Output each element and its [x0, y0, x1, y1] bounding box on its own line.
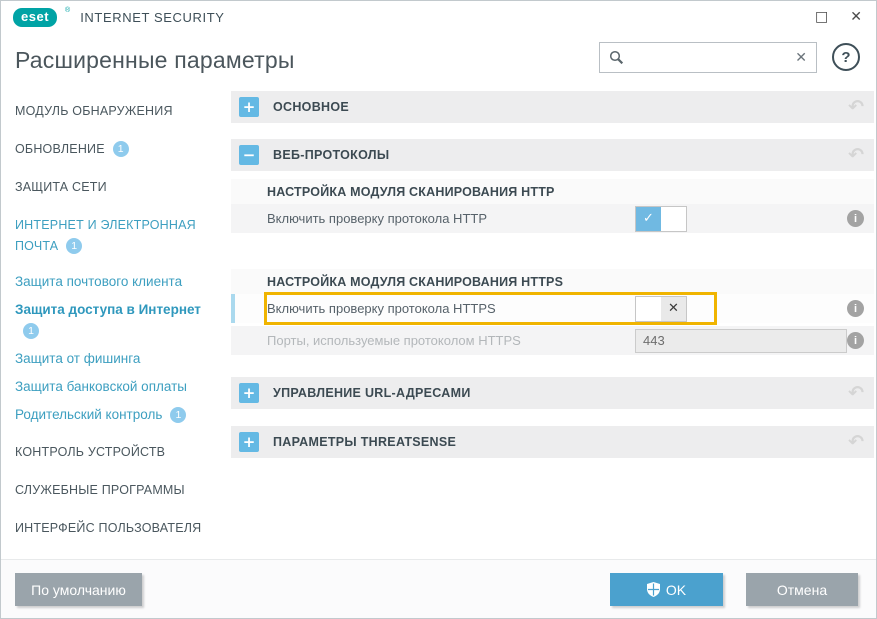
https-ports-input[interactable]: [635, 329, 847, 353]
spacer: [231, 233, 874, 269]
toggle-empty-half: [661, 207, 686, 231]
https-ports-label: Порты, используемые протоколом HTTPS: [267, 333, 635, 348]
titlebar: eset ® INTERNET SECURITY □ ✕: [1, 1, 876, 33]
page-title: Расширенные параметры: [15, 47, 295, 74]
section-url-management[interactable]: + УПРАВЛЕНИЕ URL-АДРЕСАМИ ↶: [231, 377, 874, 409]
toggle-empty-half: [636, 297, 661, 321]
product-name: INTERNET SECURITY: [80, 10, 224, 25]
spacer: [231, 171, 874, 179]
footer: По умолчанию OK Отмена: [1, 559, 876, 618]
http-scanner-group-title: НАСТРОЙКА МОДУЛЯ СКАНИРОВАНИЯ HTTP: [231, 179, 874, 204]
info-icon[interactable]: i: [847, 210, 864, 227]
https-enable-toggle[interactable]: ✕: [635, 296, 687, 322]
sidebar-item-antiphishing[interactable]: Защита от фишинга: [15, 348, 217, 369]
section-title: ВЕБ-ПРОТОКОЛЫ: [273, 148, 848, 162]
close-icon[interactable]: ✕: [850, 10, 862, 24]
sidebar-item-label: СЛУЖЕБНЫЕ ПРОГРАММЫ: [15, 483, 185, 497]
shield-icon: [647, 582, 660, 597]
search-input[interactable]: [631, 50, 788, 65]
collapse-minus-icon[interactable]: −: [239, 145, 259, 165]
revert-icon[interactable]: ↶: [848, 384, 864, 403]
https-enable-row: Включить проверку протокола HTTPS ✕ i: [231, 294, 874, 323]
sidebar-item-label: Родительский контроль: [15, 407, 162, 422]
revert-icon[interactable]: ↶: [848, 98, 864, 117]
toggle-check-icon: ✓: [636, 207, 661, 231]
sidebar-item-parental-control[interactable]: Родительский контроль 1: [15, 404, 217, 425]
sidebar-item-label: ИНТЕРФЕЙС ПОЛЬЗОВАТЕЛЯ: [15, 521, 201, 535]
sidebar-item-tools[interactable]: СЛУЖЕБНЫЕ ПРОГРАММЫ: [15, 480, 217, 501]
expand-plus-icon[interactable]: +: [239, 383, 259, 403]
eset-advanced-settings-window: eset ® INTERNET SECURITY □ ✕ Расширенные…: [0, 0, 877, 619]
maximize-icon[interactable]: □: [815, 10, 828, 24]
https-scanner-group-title: НАСТРОЙКА МОДУЛЯ СКАНИРОВАНИЯ HTTPS: [231, 269, 874, 294]
notification-badge: 1: [113, 141, 129, 157]
sidebar-item-label: ИНТЕРНЕТ И ЭЛЕКТРОННАЯ ПОЧТА: [15, 218, 196, 253]
sidebar: МОДУЛЬ ОБНАРУЖЕНИЯ ОБНОВЛЕНИЕ 1 ЗАЩИТА СЕ…: [1, 87, 231, 561]
brand: eset ® INTERNET SECURITY: [13, 8, 225, 27]
sidebar-item-label: Защита доступа в Интернет: [15, 302, 201, 317]
sidebar-item-web-access-protection[interactable]: Защита доступа в Интернет 1: [15, 299, 217, 341]
sidebar-item-user-interface[interactable]: ИНТЕРФЕЙС ПОЛЬЗОВАТЕЛЯ: [15, 518, 217, 539]
notification-badge: 1: [170, 407, 186, 423]
sidebar-item-label: Защита банковской оплаты: [15, 379, 187, 394]
revert-icon[interactable]: ↶: [848, 433, 864, 452]
http-enable-label: Включить проверку протокола HTTP: [267, 211, 635, 226]
info-icon[interactable]: i: [847, 300, 864, 317]
ok-button[interactable]: OK: [610, 573, 723, 606]
notification-badge: 1: [66, 238, 82, 254]
sidebar-item-update[interactable]: ОБНОВЛЕНИЕ 1: [15, 139, 217, 160]
sidebar-item-label: ЗАЩИТА СЕТИ: [15, 180, 107, 194]
section-web-protocols[interactable]: − ВЕБ-ПРОТОКОЛЫ ↶: [231, 139, 874, 171]
search-icon: [609, 50, 624, 65]
http-enable-row: Включить проверку протокола HTTP ✓ i: [231, 204, 874, 233]
button-label: OK: [666, 582, 686, 598]
search-box[interactable]: ✕: [599, 42, 817, 73]
expand-plus-icon[interactable]: +: [239, 432, 259, 452]
http-enable-toggle[interactable]: ✓: [635, 206, 687, 232]
button-label: По умолчанию: [31, 582, 126, 598]
spacer: [231, 355, 874, 377]
sidebar-item-label: МОДУЛЬ ОБНАРУЖЕНИЯ: [15, 104, 173, 118]
sidebar-item-label: Защита почтового клиента: [15, 274, 182, 289]
button-label: Отмена: [777, 582, 827, 598]
window-controls: □ ✕: [815, 10, 862, 24]
section-threatsense[interactable]: + ПАРАМЕТРЫ THREATSENSE ↶: [231, 426, 874, 458]
settings-content: + ОСНОВНОЕ ↶ − ВЕБ-ПРОТОКОЛЫ ↶ НАСТРОЙКА…: [231, 87, 874, 561]
spacer: [231, 409, 874, 426]
header: Расширенные параметры ✕ ?: [1, 33, 876, 87]
expand-plus-icon[interactable]: +: [239, 97, 259, 117]
toggle-x-icon: ✕: [661, 297, 686, 321]
body: МОДУЛЬ ОБНАРУЖЕНИЯ ОБНОВЛЕНИЕ 1 ЗАЩИТА СЕ…: [1, 87, 876, 561]
sidebar-item-device-control[interactable]: КОНТРОЛЬ УСТРОЙСТВ: [15, 442, 217, 463]
section-title: ОСНОВНОЕ: [273, 100, 848, 114]
https-enable-label: Включить проверку протокола HTTPS: [267, 301, 635, 316]
sidebar-item-banking-protection[interactable]: Защита банковской оплаты: [15, 376, 217, 397]
section-basic[interactable]: + ОСНОВНОЕ ↶: [231, 91, 874, 123]
https-ports-row: Порты, используемые протоколом HTTPS i: [231, 326, 874, 355]
sidebar-item-detection-module[interactable]: МОДУЛЬ ОБНАРУЖЕНИЯ: [15, 101, 217, 122]
default-button[interactable]: По умолчанию: [15, 573, 142, 606]
sidebar-item-label: КОНТРОЛЬ УСТРОЙСТВ: [15, 445, 165, 459]
sidebar-item-label: ОБНОВЛЕНИЕ: [15, 142, 105, 156]
notification-badge: 1: [23, 323, 39, 339]
group-title-text: НАСТРОЙКА МОДУЛЯ СКАНИРОВАНИЯ HTTP: [267, 185, 555, 199]
info-icon[interactable]: i: [847, 332, 864, 349]
help-icon[interactable]: ?: [832, 43, 860, 71]
sidebar-item-web-and-email[interactable]: ИНТЕРНЕТ И ЭЛЕКТРОННАЯ ПОЧТА1: [15, 215, 217, 257]
eset-logo: eset: [13, 8, 57, 27]
sidebar-item-email-client-protection[interactable]: Защита почтового клиента: [15, 271, 217, 292]
cancel-button[interactable]: Отмена: [746, 573, 858, 606]
spacer: [231, 123, 874, 139]
modified-indicator-bar: [231, 294, 235, 323]
revert-icon[interactable]: ↶: [848, 146, 864, 165]
section-title: УПРАВЛЕНИЕ URL-АДРЕСАМИ: [273, 386, 848, 400]
search-clear-icon[interactable]: ✕: [795, 50, 807, 66]
group-title-text: НАСТРОЙКА МОДУЛЯ СКАНИРОВАНИЯ HTTPS: [267, 275, 563, 289]
sidebar-item-label: Защита от фишинга: [15, 351, 140, 366]
sidebar-item-network-protection[interactable]: ЗАЩИТА СЕТИ: [15, 177, 217, 198]
section-title: ПАРАМЕТРЫ THREATSENSE: [273, 435, 848, 449]
trademark-symbol: ®: [65, 7, 70, 14]
